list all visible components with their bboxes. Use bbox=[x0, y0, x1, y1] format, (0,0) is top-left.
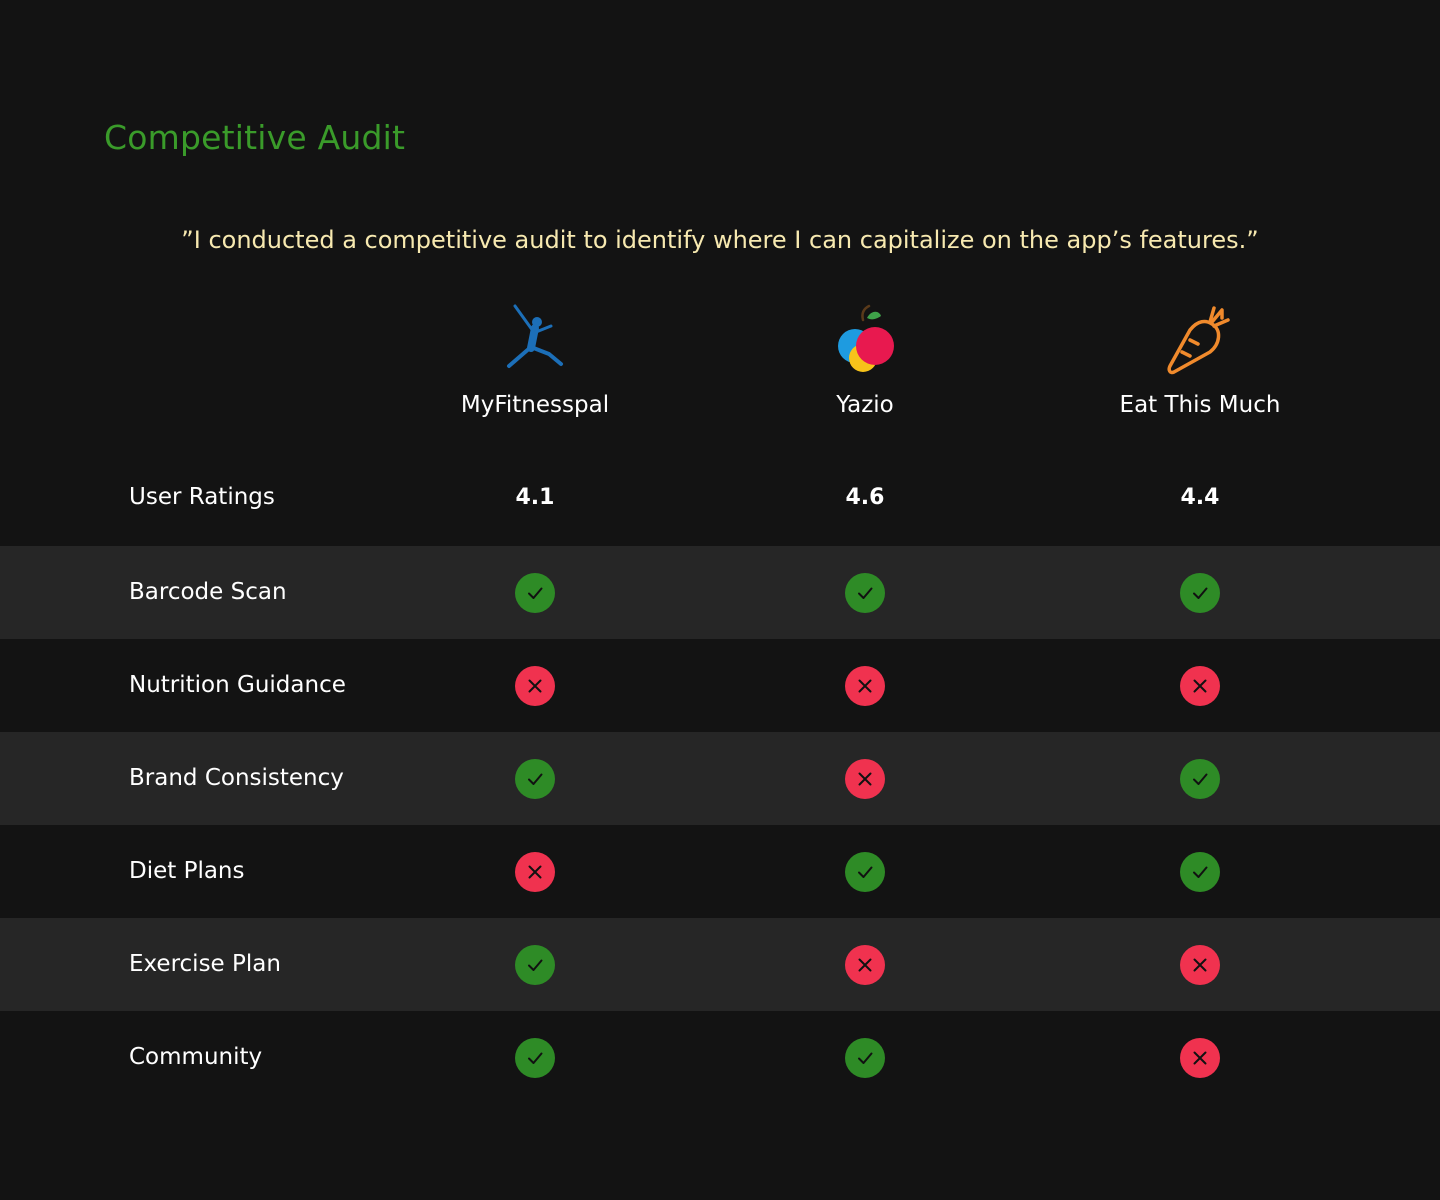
row-label: Community bbox=[129, 1044, 263, 1070]
app-name: MyFitnesspal bbox=[460, 392, 610, 418]
cross-icon bbox=[845, 758, 885, 799]
cross-icon bbox=[845, 665, 885, 706]
row-label: Diet Plans bbox=[129, 858, 245, 884]
rating-cell: 4.6 bbox=[765, 451, 965, 544]
rating-cell: 4.1 bbox=[435, 451, 635, 544]
rating-value: 4.1 bbox=[515, 485, 555, 510]
running-figure-icon bbox=[507, 304, 563, 368]
check-icon bbox=[515, 572, 555, 613]
cross-icon bbox=[1180, 665, 1220, 706]
audit-quote: ”I conducted a competitive audit to iden… bbox=[181, 226, 1259, 254]
feature-row: Exercise Plan bbox=[0, 918, 1440, 1011]
feature-row: Brand Consistency bbox=[0, 732, 1440, 825]
feature-cell bbox=[1100, 639, 1300, 732]
cross-icon bbox=[1180, 1037, 1220, 1078]
feature-cell bbox=[765, 546, 965, 639]
check-icon bbox=[845, 851, 885, 892]
app-name: Yazio bbox=[836, 392, 894, 418]
feature-cell bbox=[765, 639, 965, 732]
feature-cell bbox=[765, 732, 965, 825]
feature-cell bbox=[765, 1011, 965, 1104]
carrot-icon bbox=[1167, 306, 1230, 375]
app-header-myfitnesspal: MyFitnesspal bbox=[370, 300, 700, 420]
row-label: Nutrition Guidance bbox=[129, 672, 346, 698]
feature-row: Barcode Scan bbox=[0, 546, 1440, 639]
feature-cell bbox=[1100, 732, 1300, 825]
feature-cell bbox=[435, 825, 635, 918]
row-label: Barcode Scan bbox=[129, 579, 287, 605]
row-label: Brand Consistency bbox=[129, 765, 344, 791]
rating-cell: 4.4 bbox=[1100, 451, 1300, 544]
feature-cell bbox=[435, 639, 635, 732]
app-header-yazio: Yazio bbox=[700, 300, 1030, 420]
check-icon bbox=[515, 758, 555, 799]
feature-row: Community bbox=[0, 1011, 1440, 1104]
cross-icon bbox=[1180, 944, 1220, 985]
check-icon bbox=[515, 1037, 555, 1078]
feature-cell bbox=[435, 732, 635, 825]
feature-cell bbox=[435, 1011, 635, 1104]
check-icon bbox=[1180, 758, 1220, 799]
feature-cell bbox=[765, 918, 965, 1011]
page-title: Competitive Audit bbox=[104, 118, 406, 157]
feature-row: Diet Plans bbox=[0, 825, 1440, 918]
check-icon bbox=[515, 944, 555, 985]
feature-cell bbox=[435, 918, 635, 1011]
check-icon bbox=[845, 1037, 885, 1078]
check-icon bbox=[1180, 572, 1220, 613]
app-name: Eat This Much bbox=[1119, 392, 1281, 418]
cross-icon bbox=[515, 851, 555, 892]
feature-cell bbox=[435, 546, 635, 639]
feature-cell bbox=[1100, 546, 1300, 639]
feature-cell bbox=[1100, 1011, 1300, 1104]
row-label: User Ratings bbox=[129, 484, 275, 510]
cross-icon bbox=[515, 665, 555, 706]
apple-icon bbox=[838, 304, 894, 372]
feature-row: Nutrition Guidance bbox=[0, 639, 1440, 732]
check-icon bbox=[845, 572, 885, 613]
app-header-eat-this-much: Eat This Much bbox=[1035, 300, 1365, 420]
rating-value: 4.4 bbox=[1180, 485, 1220, 510]
check-icon bbox=[1180, 851, 1220, 892]
cross-icon bbox=[845, 944, 885, 985]
rating-value: 4.6 bbox=[845, 485, 885, 510]
feature-cell bbox=[765, 825, 965, 918]
row-label: Exercise Plan bbox=[129, 951, 281, 977]
feature-cell bbox=[1100, 825, 1300, 918]
feature-cell bbox=[1100, 918, 1300, 1011]
ratings-row: User Ratings 4.1 4.6 4.4 bbox=[0, 451, 1440, 544]
